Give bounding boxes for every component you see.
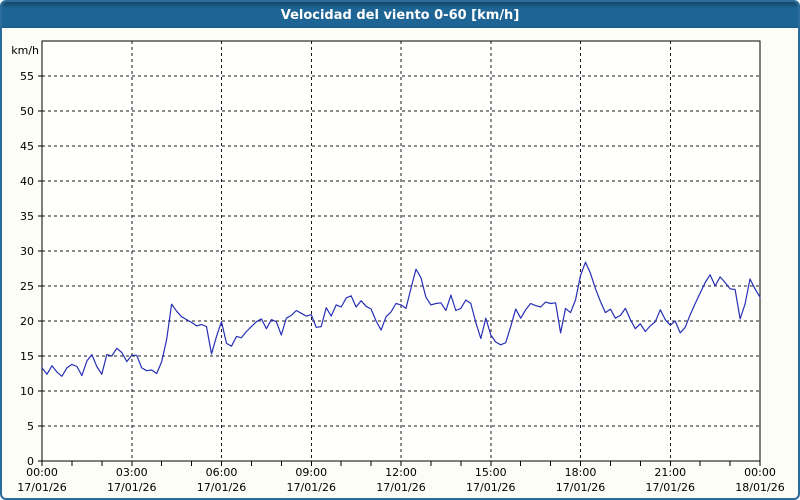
y-tick-label: 40 [20, 175, 34, 188]
x-tick-label-time: 06:00 [206, 466, 238, 479]
x-tick-label-time: 00:00 [26, 466, 58, 479]
x-tick-label-time: 00:00 [744, 466, 776, 479]
x-tick-label-date: 17/01/26 [287, 481, 336, 494]
x-tick-label-time: 09:00 [295, 466, 327, 479]
y-tick-label: 30 [20, 245, 34, 258]
y-tick-label: 35 [20, 210, 34, 223]
x-tick-label-date: 17/01/26 [197, 481, 246, 494]
x-tick-label-date: 17/01/26 [466, 481, 515, 494]
x-tick-label-date: 17/01/26 [17, 481, 66, 494]
wind-speed-window: Velocidad del viento 0-60 [km/h] 0 5 10 15 2… [0, 0, 800, 500]
y-tick-label: 15 [20, 350, 34, 363]
y-tick-label: 55 [20, 70, 34, 83]
y-tick-label: 5 [27, 420, 34, 433]
y-tick-label: 45 [20, 140, 34, 153]
x-tick-label-date: 18/01/26 [735, 481, 784, 494]
x-tick-label-time: 18:00 [565, 466, 597, 479]
chart-region: 0 5 10 15 20 25 30 35 40 45 50 55 km/h 00:00 17/01/26 0… [2, 2, 798, 498]
x-tick-label-time: 15:00 [475, 466, 507, 479]
x-tick-label-date: 17/01/26 [646, 481, 695, 494]
x-tick-label-date: 17/01/26 [107, 481, 156, 494]
wind-speed-chart: 0510152025303540455055km/h00:0017/01/260… [11, 40, 785, 494]
x-tick-label-time: 12:00 [385, 466, 417, 479]
x-tick-label-time: 03:00 [116, 466, 148, 479]
x-tick-label-time: 21:00 [654, 466, 686, 479]
y-tick-label: 25 [20, 280, 34, 293]
y-tick-label: 20 [20, 315, 34, 328]
y-axis-unit-label: km/h [11, 44, 39, 57]
window-titlebar: Velocidad del viento 0-60 [km/h] [2, 2, 798, 28]
y-tick-label: 10 [20, 385, 34, 398]
x-tick-label-date: 17/01/26 [376, 481, 425, 494]
x-tick-label-date: 17/01/26 [556, 481, 605, 494]
y-tick-label: 50 [20, 105, 34, 118]
window-title: Velocidad del viento 0-60 [km/h] [280, 7, 520, 23]
